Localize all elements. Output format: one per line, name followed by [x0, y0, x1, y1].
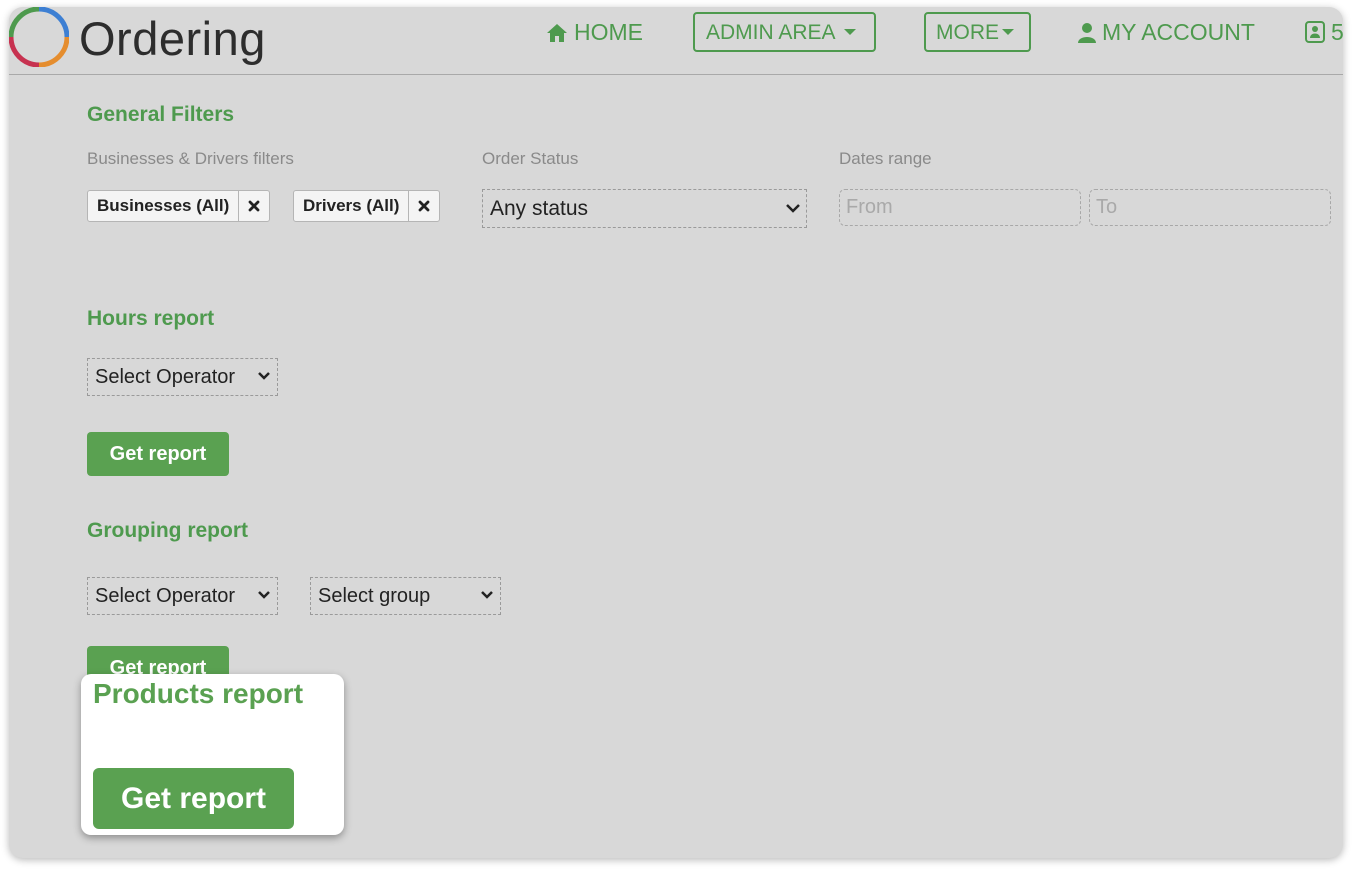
products-report-zoom-callout: Products report Get report [81, 674, 344, 835]
caret-down-icon [843, 29, 856, 35]
remove-businesses-filter-button[interactable] [238, 191, 269, 221]
admin-area-dropdown[interactable]: ADMIN AREA [693, 12, 876, 52]
hours-get-report-button[interactable]: Get report [87, 432, 229, 476]
home-icon [547, 24, 567, 42]
user-icon [1078, 23, 1096, 43]
order-status-value: Any status [490, 197, 589, 220]
grouping-report-title: Grouping report [87, 519, 248, 542]
caret-down-icon [1002, 29, 1014, 35]
hours-report-title: Hours report [87, 307, 215, 330]
grouping-operator-select[interactable]: Select Operator [87, 577, 278, 615]
drivers-tag-label: Drivers (All) [303, 196, 400, 215]
products-get-report-button[interactable]: Get report [93, 768, 294, 829]
grouping-group-value: Select group [318, 585, 431, 607]
more-label: MORE [936, 21, 999, 44]
close-icon [418, 200, 430, 212]
nav-contact[interactable]: 5 [1305, 12, 1343, 52]
chevron-down-icon [258, 372, 270, 380]
admin-area-label: ADMIN AREA [706, 21, 836, 44]
order-status-label: Order Status [482, 149, 579, 168]
ordering-logo-icon[interactable] [9, 7, 69, 67]
drivers-filter-tag: Drivers (All) [293, 190, 441, 222]
businesses-drivers-label: Businesses & Drivers filters [87, 149, 294, 168]
nav-my-account-label: MY ACCOUNT [1102, 19, 1255, 45]
more-dropdown[interactable]: MORE [924, 12, 1031, 52]
general-filters-title: General Filters [87, 103, 235, 126]
close-icon [248, 200, 260, 212]
remove-drivers-filter-button[interactable] [408, 191, 439, 221]
hours-operator-select[interactable]: Select Operator [87, 358, 278, 396]
businesses-filter-tag: Businesses (All) [87, 190, 271, 222]
order-status-select[interactable]: Any status [482, 189, 807, 228]
contact-card-icon [1305, 21, 1325, 43]
products-get-report-label: Get report [120, 782, 267, 815]
nav-my-account[interactable]: MY ACCOUNT [1078, 12, 1255, 52]
grouping-operator-value: Select Operator [95, 585, 236, 607]
top-navbar: Ordering HOME ADMIN AREA MORE MY ACCOUNT… [9, 7, 1343, 75]
businesses-tag-label: Businesses (All) [97, 196, 230, 215]
hours-operator-value: Select Operator [95, 366, 236, 388]
chevron-down-icon [258, 591, 270, 599]
grouping-group-select[interactable]: Select group [310, 577, 501, 615]
hours-get-report-label: Get report [109, 443, 207, 465]
nav-contact-label: 5 [1331, 19, 1343, 45]
dates-range-label: Dates range [839, 149, 932, 168]
chevron-down-icon [481, 591, 493, 599]
date-from-placeholder: From [846, 196, 893, 218]
chevron-down-icon [786, 204, 800, 213]
date-to-input[interactable]: To [1089, 189, 1331, 226]
brand-name[interactable]: Ordering [79, 11, 266, 66]
nav-home[interactable]: HOME [546, 12, 643, 52]
nav-home-label: HOME [574, 19, 643, 45]
date-to-placeholder: To [1096, 196, 1118, 218]
date-from-input[interactable]: From [839, 189, 1081, 226]
products-report-title: Products report [93, 678, 304, 709]
